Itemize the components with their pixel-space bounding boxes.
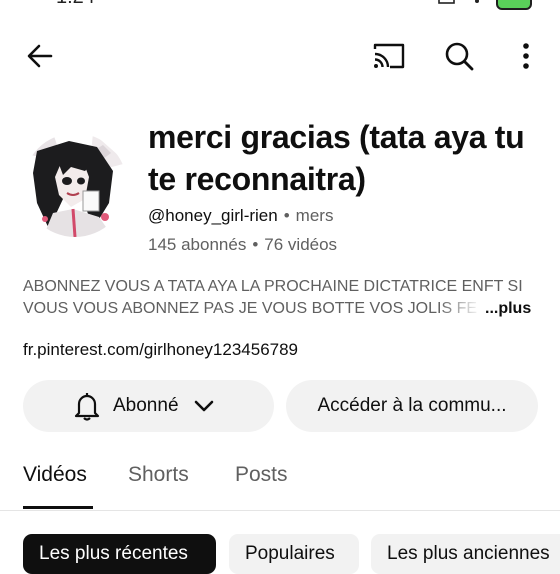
search-icon (445, 42, 474, 71)
back-button[interactable] (18, 36, 62, 76)
more-link[interactable]: ...plus (485, 298, 531, 320)
chevron-down-icon (191, 393, 217, 419)
channel-handle-line: @honey_girl-rien • mers (148, 206, 333, 226)
more-vertical-icon (523, 43, 529, 69)
channel-handle-extra: mers (295, 206, 334, 225)
cast-icon (373, 43, 405, 69)
channel-title: merci gracias (tata aya tu te reconnaitr… (148, 119, 525, 197)
avatar-image (23, 133, 127, 237)
arrow-left-icon (27, 44, 53, 68)
separator-dot: • (283, 206, 290, 225)
tab-posts[interactable]: Posts (235, 463, 288, 487)
tab-videos[interactable]: Vidéos (23, 463, 87, 487)
wifi-icon (475, 0, 479, 3)
active-tab-indicator (23, 506, 93, 509)
subscribed-label: Abonné (113, 395, 179, 416)
video-count: 76 vidéos (264, 235, 338, 254)
subscribed-button[interactable]: Abonné (23, 380, 274, 432)
community-label: Accéder à la commu... (317, 395, 507, 416)
channel-handle: @honey_girl-rien (148, 206, 278, 225)
external-link[interactable]: fr.pinterest.com/girlhoney123456789 (23, 340, 298, 360)
chip-oldest[interactable]: Les plus anciennes (371, 534, 560, 574)
avatar[interactable] (23, 133, 127, 237)
description-line: VOUS VOUS ABONNEZ PAS JE VOUS BOTTE VOS … (23, 298, 538, 320)
channel-stats: 145 abonnés • 76 vidéos (148, 235, 337, 255)
chip-popular[interactable]: Populaires (229, 534, 359, 574)
status-time: 1:24 (56, 0, 95, 9)
battery-icon (496, 0, 532, 10)
cast-button[interactable] (366, 34, 412, 78)
channel-description[interactable]: ABONNEZ VOUS A TATA AYA LA PROCHAINE DIC… (23, 276, 538, 320)
tab-shorts[interactable]: Shorts (128, 463, 189, 487)
subscriber-count: 145 abonnés (148, 235, 247, 254)
more-button[interactable] (506, 34, 546, 78)
community-button[interactable]: Accéder à la commu... (286, 380, 538, 432)
status-icon (438, 0, 455, 4)
tabs-divider (0, 510, 560, 511)
separator-dot: • (252, 235, 259, 254)
search-button[interactable] (436, 34, 482, 78)
chip-most-recent[interactable]: Les plus récentes (23, 534, 216, 574)
description-text: VOUS VOUS ABONNEZ PAS JE VOUS BOTTE VOS … (23, 300, 478, 317)
bell-icon (71, 390, 103, 422)
description-line: ABONNEZ VOUS A TATA AYA LA PROCHAINE DIC… (23, 278, 523, 295)
